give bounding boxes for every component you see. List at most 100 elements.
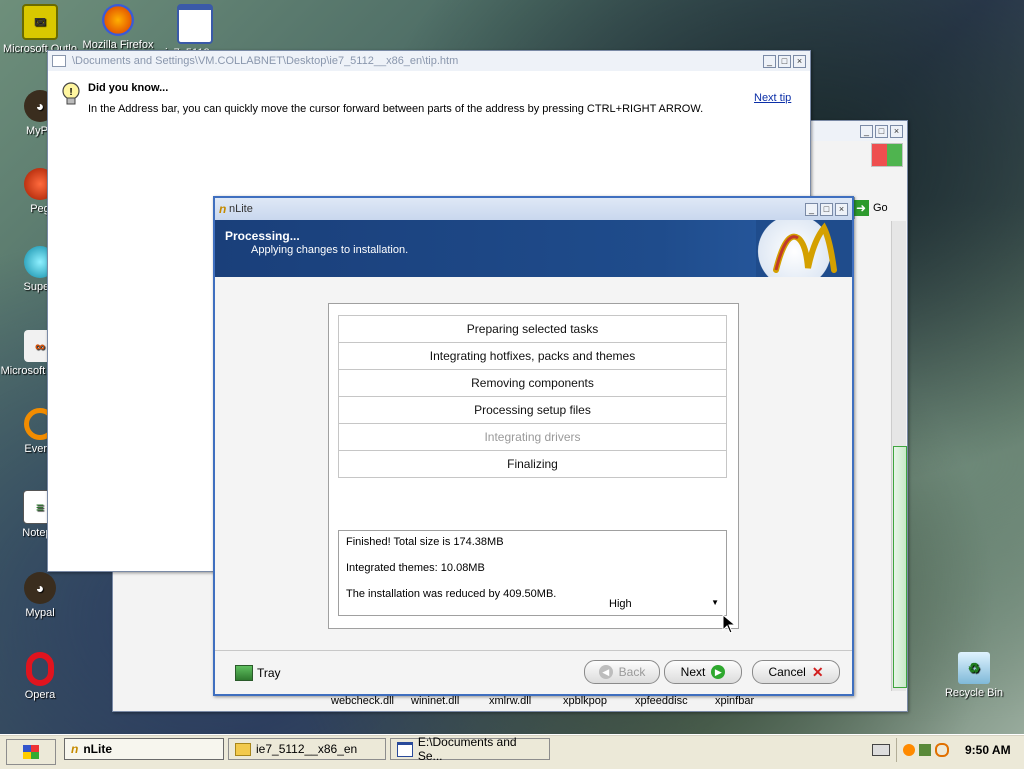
search-icon[interactable] [935, 743, 949, 757]
tip-titlebar: \Documents and Settings\VM.COLLABNET\Des… [48, 51, 810, 71]
desktop-icon-recycle-bin[interactable]: ♻ Recycle Bin [934, 652, 1014, 699]
taskbar-task-nlite[interactable]: n nLite [64, 738, 224, 760]
back-label: Back [618, 665, 646, 679]
svg-text:!: ! [69, 87, 72, 98]
step-item: Removing components [338, 370, 727, 397]
nlite-logo-icon: n [219, 202, 227, 216]
minimize-button[interactable]: _ [763, 54, 776, 68]
back-arrow-icon: ◀ [598, 665, 613, 679]
scrollbar-thumb[interactable] [893, 446, 907, 688]
go-label: Go [873, 202, 888, 214]
steps-list: Preparing selected tasks Integrating hot… [338, 315, 727, 478]
taskbar-task-folder[interactable]: ie7_5112__x86_en [228, 738, 386, 760]
ie-window-icon [52, 55, 66, 67]
minimize-button[interactable]: _ [805, 202, 818, 216]
nlite-header: Processing... Applying changes to instal… [215, 220, 852, 277]
result-line: The installation was reduced by 409.50MB… [346, 588, 557, 600]
file-item[interactable]: xpinfbar [715, 695, 785, 707]
recycle-bin-icon: ♻ [958, 652, 990, 684]
nlite-window: n nLite _ □ × Processing... Applying cha… [213, 196, 854, 696]
window-controls: _ □ × [763, 54, 806, 68]
tray-app-icon[interactable] [903, 744, 915, 756]
window-controls: _ □ × [805, 202, 848, 216]
clock: 9:50 AM [965, 743, 1011, 757]
go-arrow-icon: ➜ [853, 200, 869, 216]
window-icon [177, 4, 213, 44]
maximize-button[interactable]: □ [820, 202, 833, 216]
file-item[interactable]: webcheck.dll [331, 695, 411, 707]
result-line: Integrated themes: 10.08MB [346, 562, 485, 574]
folder-icon [235, 742, 251, 756]
outlook-icon: ✉ [22, 4, 58, 40]
desktop-icon-outlook[interactable]: ✉ Microsoft Outlo [0, 4, 80, 55]
desktop-icon-label: Mypal [25, 607, 55, 619]
tray-icon [235, 665, 253, 681]
mouse-cursor [722, 613, 737, 634]
window-icon [397, 741, 413, 757]
step-item: Processing setup files [338, 397, 727, 424]
footer-divider [215, 650, 852, 651]
tray-app-icon[interactable] [919, 744, 931, 756]
taskbar-task-explorer[interactable]: E:\Documents and Se... [390, 735, 550, 763]
cancel-label: Cancel [768, 665, 806, 679]
back-button[interactable]: ◀ Back [584, 660, 660, 684]
next-label: Next [680, 665, 706, 679]
system-tray: 9:50 AM [896, 738, 1024, 762]
close-button[interactable]: × [890, 124, 903, 138]
task-label: nLite [83, 742, 113, 756]
file-item[interactable]: xpfeeddisc [635, 695, 715, 707]
task-label: ie7_5112__x86_en [256, 742, 358, 756]
task-label: E:\Documents and Se... [417, 735, 517, 763]
windows-logo-icon [871, 143, 903, 167]
windows-logo-icon [23, 745, 39, 759]
desktop-icon-mypal[interactable]: ◕ Mypal [0, 572, 80, 619]
maximize-button[interactable]: □ [875, 124, 888, 138]
step-item: Preparing selected tasks [338, 315, 727, 343]
maximize-button[interactable]: □ [778, 54, 791, 68]
start-button[interactable] [6, 739, 56, 765]
go-button[interactable]: ➜ Go [853, 197, 907, 219]
next-arrow-icon: ▶ [711, 665, 726, 679]
mypal-icon: ◕ [24, 572, 56, 604]
next-tip-link[interactable]: Next tip [754, 92, 791, 104]
nlite-titlebar: n nLite _ □ × [215, 198, 852, 220]
file-item[interactable]: wininet.dll [411, 695, 489, 707]
lightbulb-icon: ! [60, 81, 82, 109]
nlite-header-logo [756, 220, 852, 277]
step-item: Finalizing [338, 451, 727, 478]
firefox-icon [102, 4, 134, 36]
minimize-button[interactable]: _ [860, 124, 873, 138]
nlite-icon: n [71, 742, 79, 756]
cancel-button[interactable]: Cancel ✕ [752, 660, 840, 684]
tip-window-title: \Documents and Settings\VM.COLLABNET\Des… [72, 55, 459, 67]
window-controls: _ □ × [860, 124, 903, 138]
keyboard-icon[interactable] [872, 744, 890, 756]
file-item[interactable]: xmlrw.dll [489, 695, 563, 707]
header-title: Processing... [225, 229, 300, 243]
progress-panel: Preparing selected tasks Integrating hot… [328, 303, 739, 629]
close-button[interactable]: × [793, 54, 806, 68]
tip-heading: Did you know... [88, 82, 169, 94]
close-button[interactable]: × [835, 202, 848, 216]
opera-icon [26, 652, 54, 686]
file-item[interactable]: xpblkpop [563, 695, 635, 707]
nlite-title: nLite [229, 203, 253, 215]
tray-label: Tray [257, 666, 281, 680]
cancel-x-icon: ✕ [811, 663, 824, 680]
explorer-scrollbar[interactable] [891, 221, 907, 691]
desktop-icon-label: Opera [24, 689, 56, 701]
desktop-icon-firefox[interactable]: Mozilla Firefox [78, 4, 158, 51]
header-subtitle: Applying changes to installation. [251, 244, 409, 256]
chevron-down-icon: ▼ [711, 598, 719, 607]
priority-select[interactable]: High ▼ [609, 598, 723, 612]
result-line: Finished! Total size is 174.38MB [346, 536, 504, 548]
desktop-icon-opera[interactable]: Opera [0, 652, 80, 701]
step-item: Integrating hotfixes, packs and themes [338, 343, 727, 370]
tray-button[interactable]: Tray [235, 663, 281, 683]
next-button[interactable]: Next ▶ [664, 660, 742, 684]
tip-text: In the Address bar, you can quickly move… [88, 103, 704, 115]
file-list: webcheck.dll wininet.dll xmlrw.dll xpblk… [331, 695, 871, 707]
results-box: Finished! Total size is 174.38MB Integra… [338, 530, 727, 616]
priority-value: High [609, 598, 632, 610]
desktop-icon-label: Recycle Bin [944, 687, 1004, 699]
